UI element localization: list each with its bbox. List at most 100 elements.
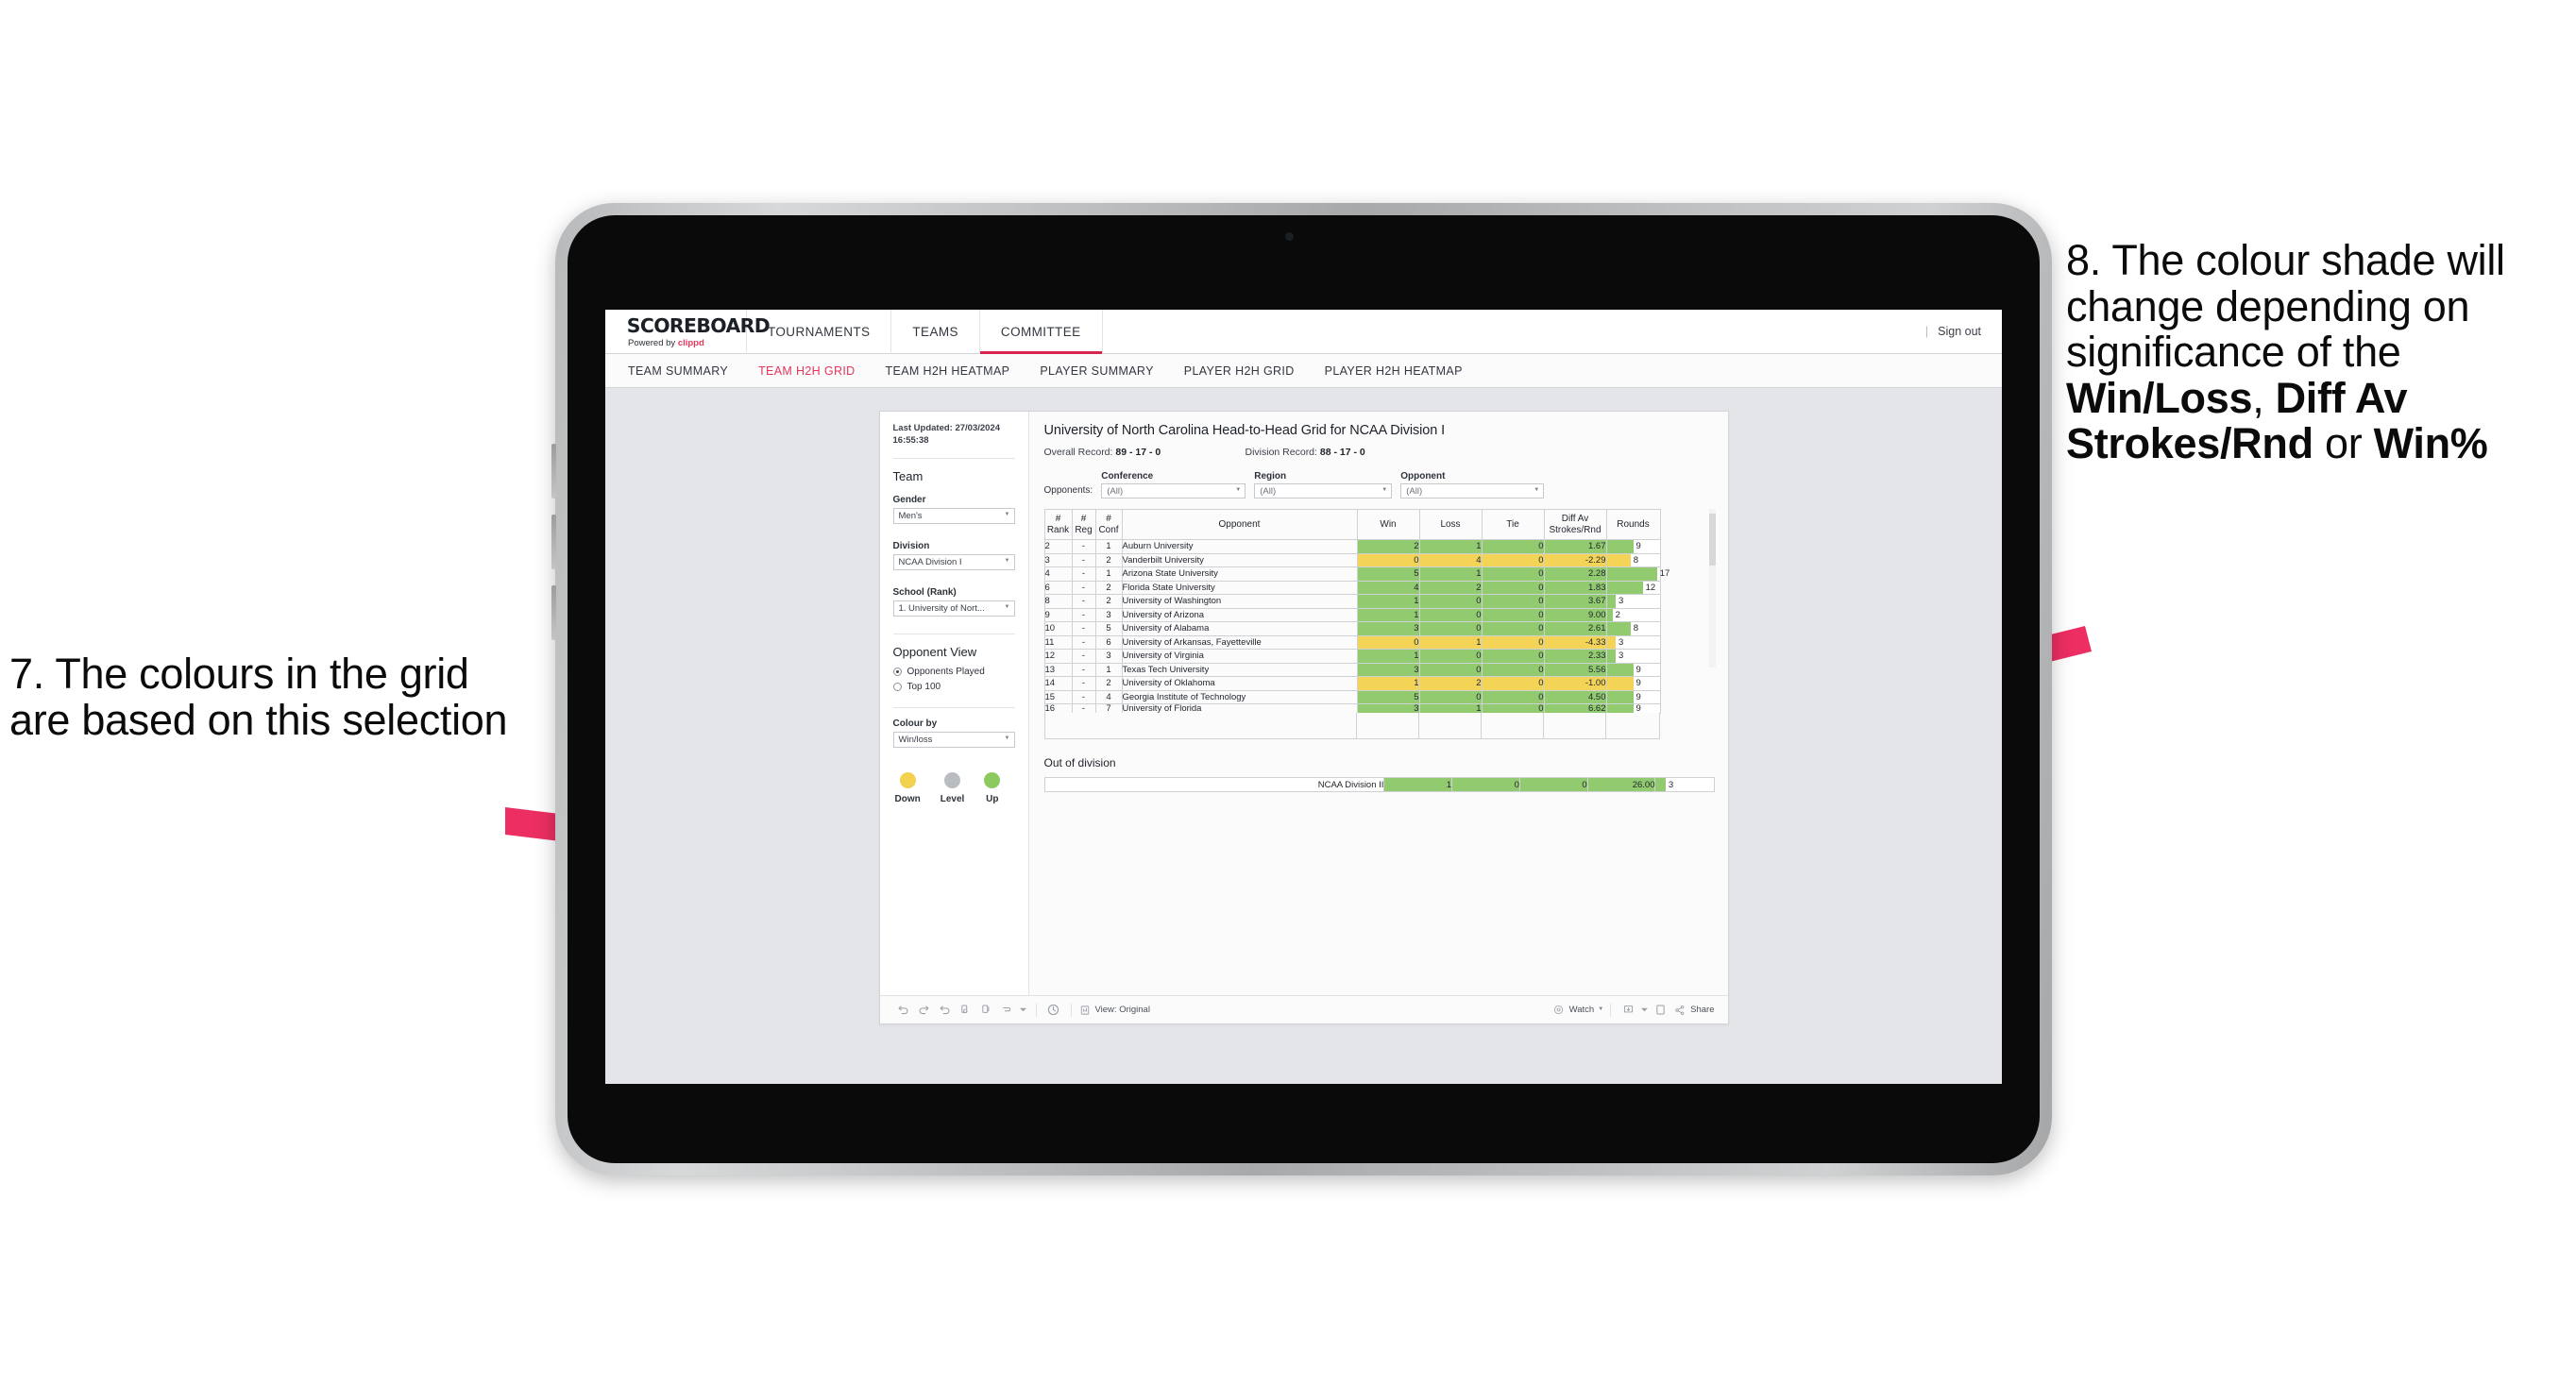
- redo-icon[interactable]: [914, 1000, 935, 1021]
- cell-rounds: 17: [1605, 566, 1669, 582]
- cell-loss: 4: [1418, 552, 1483, 567]
- cell-loss: 1: [1418, 539, 1483, 554]
- tablet-button-3: [551, 585, 556, 640]
- cell-rank: 11: [1043, 634, 1073, 650]
- chevron-down-icon: ▼: [1004, 735, 1010, 742]
- table-row[interactable]: 4-1 Arizona State University 5 1 0 2.28 17: [1043, 566, 1669, 582]
- radio-opponents-played[interactable]: Opponents Played: [892, 667, 1015, 677]
- table-row[interactable]: 9-3 University of Arizona 1 0 0 9.00 2: [1043, 607, 1661, 622]
- overall-record-value: 89 - 17 - 0: [1115, 447, 1161, 458]
- nav-teams[interactable]: TEAMS: [891, 310, 980, 354]
- pause-updates-icon[interactable]: [976, 1000, 997, 1021]
- cell-opponent: Georgia Institute of Technology: [1121, 689, 1358, 704]
- subnav-team-h2h-grid[interactable]: TEAM H2H GRID: [758, 364, 855, 378]
- table-row[interactable]: 10-5 University of Alabama 3 0 0 2.61 8: [1043, 621, 1661, 636]
- opponent-filter-label: Opponent: [1400, 471, 1446, 482]
- nav-committee[interactable]: COMMITTEE: [979, 310, 1103, 354]
- view-original-button[interactable]: View: Original: [1078, 1004, 1150, 1017]
- school-rank-select[interactable]: 1. University of Nort... ▼: [892, 600, 1015, 617]
- table-row[interactable]: 16-7 University of Florida 3 1 0 6.62 9: [1043, 703, 1661, 714]
- cell-conf: 4: [1094, 689, 1123, 704]
- opponent-filter-select[interactable]: (All) ▼: [1400, 483, 1545, 499]
- filler-left: [1043, 713, 1357, 739]
- screenshot-root: 7. The colours in the grid are based on …: [0, 0, 2576, 1386]
- subnav-team-summary[interactable]: TEAM SUMMARY: [628, 364, 728, 378]
- cell-opponent: University of Arizona: [1121, 607, 1358, 622]
- table-row[interactable]: 14-2 University of Oklahoma 1 2 0 -1.00 9: [1043, 676, 1661, 691]
- chevron-down-icon: ▼: [1598, 1006, 1604, 1012]
- tablet-device-frame: SCOREBOARD Powered by clippd TOURNAMENTS…: [551, 203, 2052, 1175]
- cell-tie: 0: [1481, 649, 1545, 664]
- brand-logo[interactable]: SCOREBOARD Powered by clippd: [605, 310, 771, 354]
- chevron-down-icon: ▼: [1381, 487, 1388, 493]
- grid-title: University of North Carolina Head-to-Hea…: [1043, 423, 1446, 438]
- cell-win: 0: [1356, 634, 1420, 650]
- cell-rounds-value: 8: [1633, 554, 1638, 566]
- cell-conf: 2: [1094, 594, 1123, 609]
- undo-icon[interactable]: [893, 1000, 914, 1021]
- download-icon[interactable]: [1618, 1000, 1638, 1021]
- share-button[interactable]: Share: [1672, 1004, 1715, 1017]
- division-select[interactable]: NCAA Division I ▼: [892, 553, 1015, 570]
- table-row[interactable]: 12-3 University of Virginia 1 0 0 2.33 3: [1043, 649, 1661, 664]
- col-header-conf[interactable]: # Conf: [1094, 509, 1123, 540]
- grid-scrollbar-thumb[interactable]: [1708, 514, 1716, 566]
- table-row[interactable]: 2-1 Auburn University 2 1 0 1.67 9: [1043, 539, 1661, 554]
- table-row[interactable]: 3-2 Vanderbilt University 0 4 0 -2.29 8: [1043, 552, 1661, 567]
- revert-icon[interactable]: [935, 1000, 956, 1021]
- pause-auto-update-icon[interactable]: [1043, 1000, 1064, 1021]
- col-header-rank[interactable]: # Rank: [1043, 509, 1073, 540]
- cell-tie: 0: [1481, 539, 1545, 554]
- col-header-tie[interactable]: Tie: [1481, 509, 1545, 540]
- division-value: NCAA Division I: [898, 556, 962, 567]
- tablet-volume-button: [551, 444, 556, 499]
- cell-rank: 3: [1043, 552, 1073, 567]
- table-row[interactable]: 8-2 University of Washington 1 0 0 3.67 3: [1043, 594, 1661, 609]
- school-rank-label: School (Rank): [892, 586, 957, 598]
- sign-out-link[interactable]: Sign out: [1938, 325, 1981, 338]
- highlight-dropdown-caret[interactable]: [1018, 1000, 1029, 1021]
- cell-conf: 1: [1094, 566, 1123, 582]
- cell-rank: 16: [1043, 703, 1073, 714]
- table-row[interactable]: 13-1 Texas Tech University 3 0 0 5.56 9: [1043, 662, 1661, 677]
- highlight-icon[interactable]: [997, 1000, 1018, 1021]
- subnav-player-h2h-heatmap[interactable]: PLAYER H2H HEATMAP: [1325, 364, 1463, 378]
- gender-select[interactable]: Men's ▼: [892, 507, 1015, 524]
- col-header-win[interactable]: Win: [1356, 509, 1420, 540]
- download-dropdown-caret[interactable]: [1638, 1000, 1650, 1021]
- tablet-bezel: SCOREBOARD Powered by clippd TOURNAMENTS…: [568, 215, 2040, 1163]
- cell-reg: -: [1071, 607, 1096, 622]
- col-header-reg[interactable]: # Reg: [1071, 509, 1096, 540]
- subnav-team-h2h-heatmap[interactable]: TEAM H2H HEATMAP: [886, 364, 1010, 378]
- share-label: Share: [1690, 1005, 1715, 1015]
- table-row[interactable]: 6-2 Florida State University 4 2 0 1.83 12: [1043, 580, 1661, 595]
- refresh-data-icon[interactable]: [956, 1000, 976, 1021]
- radio-top-100[interactable]: Top 100: [892, 682, 1015, 692]
- cell-reg: -: [1071, 662, 1096, 677]
- fullscreen-icon[interactable]: [1650, 1000, 1670, 1021]
- watch-button[interactable]: Watch ▼: [1552, 1004, 1604, 1017]
- cell-rounds-value: 9: [1635, 691, 1641, 702]
- ood-diff: 26.00: [1586, 777, 1656, 792]
- col-header-diff-av-strokes[interactable]: Diff Av Strokes/Rnd: [1543, 509, 1607, 540]
- chevron-down-icon: ▼: [1004, 604, 1010, 611]
- col-header-loss[interactable]: Loss: [1418, 509, 1483, 540]
- overall-record-label: Overall Record:: [1043, 447, 1116, 458]
- conference-filter-select[interactable]: (All) ▼: [1101, 483, 1246, 499]
- table-row[interactable]: 15-4 Georgia Institute of Technology 5 0 0 4.…: [1043, 689, 1661, 704]
- region-filter-select[interactable]: (All) ▼: [1254, 483, 1393, 499]
- subnav-player-h2h-grid[interactable]: PLAYER H2H GRID: [1184, 364, 1295, 378]
- colour-by-select[interactable]: Win/loss ▼: [892, 731, 1015, 748]
- conf-word: Conf: [1098, 524, 1119, 535]
- table-row[interactable]: 11-6 University of Arkansas, Fayetteville…: [1043, 634, 1661, 650]
- cell-conf: 2: [1094, 676, 1123, 691]
- nav-tournaments[interactable]: TOURNAMENTS: [747, 310, 892, 354]
- col-header-rounds[interactable]: Rounds: [1605, 509, 1661, 540]
- cell-rounds-value: 17: [1659, 568, 1670, 580]
- divider-1: [892, 457, 1015, 459]
- cell-tie: 0: [1481, 607, 1545, 622]
- subnav-player-summary[interactable]: PLAYER SUMMARY: [1040, 364, 1153, 378]
- col-header-opponent[interactable]: Opponent: [1121, 509, 1358, 540]
- cell-reg: -: [1071, 649, 1096, 664]
- cell-loss: 1: [1418, 703, 1483, 714]
